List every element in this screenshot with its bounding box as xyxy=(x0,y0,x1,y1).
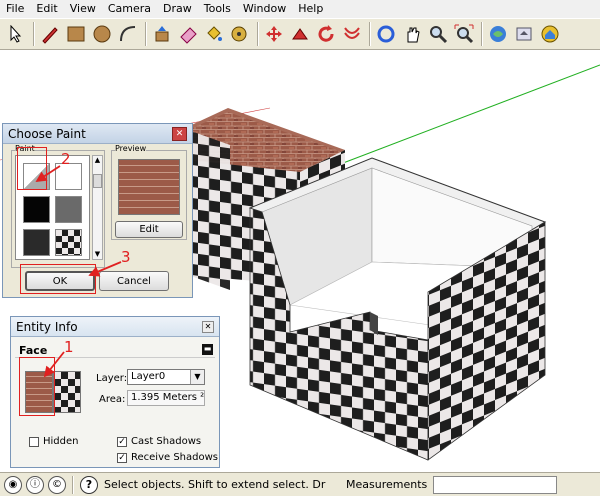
copyright-icon[interactable]: © xyxy=(48,475,66,494)
help-icon[interactable]: ? xyxy=(80,475,98,494)
measurements-input[interactable] xyxy=(433,475,558,494)
status-bar: ◉ ⓘ © ? Select objects. Shift to extend … xyxy=(0,472,600,496)
annotation-arrows xyxy=(35,165,122,378)
credits-icon[interactable]: ⓘ xyxy=(26,475,44,494)
geo-location-icon[interactable]: ◉ xyxy=(4,475,22,494)
measurements-label: Measurements xyxy=(346,478,428,491)
app-window: File Edit View Camera Draw Tools Window … xyxy=(0,0,600,496)
status-text: Select objects. Shift to extend select. … xyxy=(104,478,326,491)
arrow-2 xyxy=(35,165,61,182)
status-separator xyxy=(72,475,74,494)
arrow-3 xyxy=(88,261,122,277)
arrow-1 xyxy=(43,351,65,378)
